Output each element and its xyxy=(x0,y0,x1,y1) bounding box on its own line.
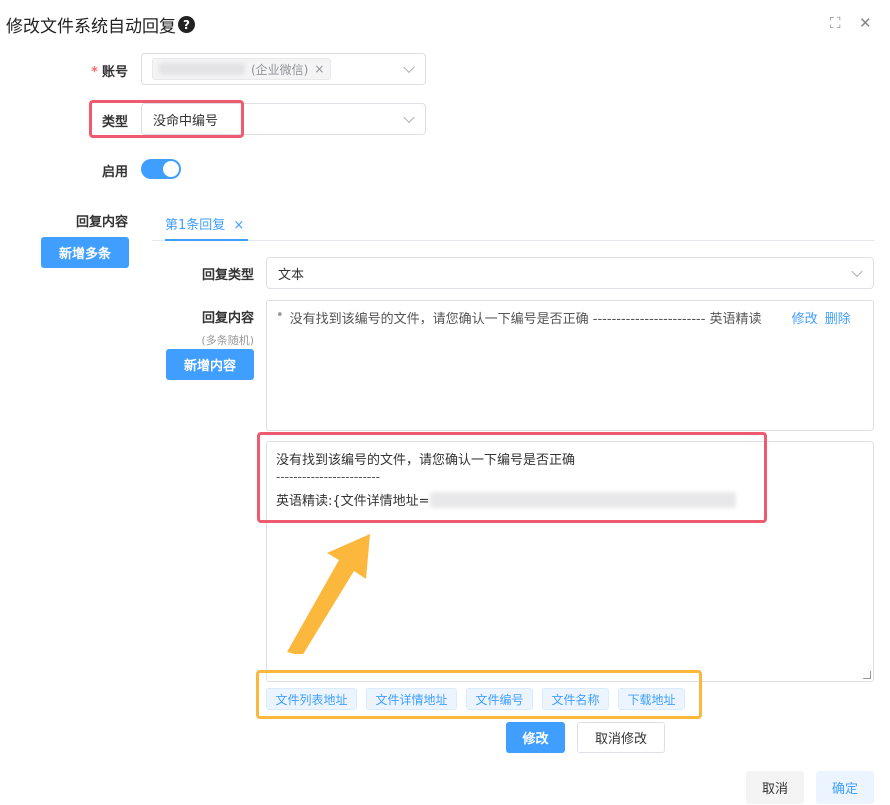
reply-list-panel: • 没有找到该编号的文件，请您确认一下编号是否正确 --------------… xyxy=(266,300,874,431)
tabs-divider xyxy=(152,240,874,241)
dialog-title: 修改文件系统自动回复 ? xyxy=(6,12,195,37)
chevron-down-icon xyxy=(403,111,415,124)
arrow-shape xyxy=(287,534,370,654)
cancel-modify-button[interactable]: 取消修改 xyxy=(577,722,665,753)
tag-close-icon[interactable]: × xyxy=(314,62,324,76)
account-label: * 账号 xyxy=(91,65,128,80)
tab-reply-1[interactable]: 第1条回复 × xyxy=(165,214,244,233)
highlight-editor-box xyxy=(257,432,767,523)
reply-content-inner-label: 回复内容 xyxy=(201,311,254,326)
close-icon[interactable]: ✕ xyxy=(859,14,872,32)
help-icon[interactable]: ? xyxy=(178,16,195,33)
chevron-down-icon xyxy=(403,61,415,74)
enable-switch[interactable] xyxy=(141,159,181,179)
confirm-button[interactable]: 确定 xyxy=(816,771,874,804)
account-name-redacted xyxy=(159,63,245,75)
delete-link[interactable]: 删除 xyxy=(825,308,851,327)
modify-button[interactable]: 修改 xyxy=(506,722,565,753)
enable-label: 启用 xyxy=(101,165,128,180)
reply-content-sublabel: (多条随机) xyxy=(201,334,254,347)
add-content-button[interactable]: 新增内容 xyxy=(166,349,254,380)
tab-reply-1-label: 第1条回复 xyxy=(165,218,226,233)
tab-active-indicator xyxy=(165,239,248,241)
switch-knob xyxy=(163,161,179,177)
list-bullet: • xyxy=(276,308,284,323)
account-tag-text: (企业微信) xyxy=(251,62,309,77)
reply-type-value: 文本 xyxy=(278,267,305,283)
tab-close-icon[interactable]: × xyxy=(233,218,244,233)
account-select[interactable]: (企业微信) × xyxy=(141,53,426,85)
chevron-down-icon xyxy=(851,265,863,278)
highlight-variables-box xyxy=(256,670,702,719)
highlight-type-box xyxy=(89,100,244,138)
arrow-annotation xyxy=(287,534,370,654)
required-mark: * xyxy=(91,65,98,80)
edit-link[interactable]: 修改 xyxy=(792,308,818,327)
account-tag: (企业微信) × xyxy=(152,58,332,80)
dialog-title-text: 修改文件系统自动回复 xyxy=(6,17,176,37)
reply-type-select[interactable]: 文本 xyxy=(266,257,874,289)
reply-content-label: 回复内容 xyxy=(75,215,128,230)
fullscreen-icon[interactable]: ⛶ xyxy=(830,14,841,32)
list-item-text: 没有找到该编号的文件，请您确认一下编号是否正确 ----------------… xyxy=(289,312,762,327)
resize-grip[interactable] xyxy=(863,671,871,679)
reply-type-label: 回复类型 xyxy=(201,268,254,283)
list-item: • 没有找到该编号的文件，请您确认一下编号是否正确 --------------… xyxy=(276,308,866,327)
cancel-button[interactable]: 取消 xyxy=(746,771,804,804)
add-multi-button[interactable]: 新增多条 xyxy=(41,237,129,268)
